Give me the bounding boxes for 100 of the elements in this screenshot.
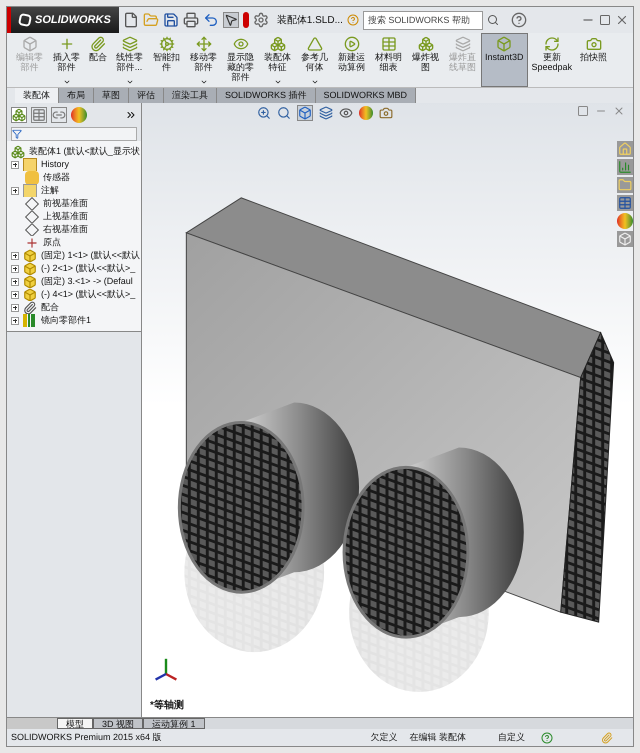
printer-icon[interactable] bbox=[182, 12, 199, 28]
ribbon-tab[interactable]: SOLIDWORKS 插件 bbox=[217, 88, 316, 103]
layers-icon bbox=[122, 36, 138, 52]
close-icon[interactable] bbox=[615, 13, 629, 27]
view-orientation-icon[interactable] bbox=[297, 105, 313, 121]
help-icon[interactable] bbox=[346, 14, 359, 26]
tree-item[interactable]: 注解 bbox=[41, 184, 59, 197]
search-icon[interactable] bbox=[486, 14, 499, 26]
tree-item[interactable]: 前视基准面 bbox=[43, 197, 88, 210]
appearance-icon[interactable] bbox=[617, 213, 633, 229]
save-icon[interactable] bbox=[162, 12, 179, 28]
expand-toggle[interactable] bbox=[11, 186, 19, 194]
zoom-icon[interactable] bbox=[257, 106, 271, 120]
status-text: 欠定义 bbox=[370, 730, 398, 744]
tree-item[interactable]: 镜向零部件1 bbox=[41, 314, 92, 327]
feature-tree-tab-icon[interactable] bbox=[11, 107, 27, 123]
ribbon-tab[interactable]: SOLIDWORKS MBD bbox=[316, 88, 416, 103]
ribbon-tab[interactable]: 评估 bbox=[129, 88, 164, 103]
maximize-icon[interactable] bbox=[599, 14, 611, 26]
tree-item[interactable]: 配合 bbox=[41, 301, 59, 314]
play-icon bbox=[344, 36, 360, 52]
ribbon-button[interactable]: 参考几何体 bbox=[296, 33, 333, 87]
visibility-icon[interactable] bbox=[339, 106, 353, 120]
ribbon-button[interactable]: 新建运动算例 bbox=[333, 33, 370, 87]
tree-item[interactable]: 原点 bbox=[43, 236, 61, 249]
scene-icon[interactable] bbox=[379, 106, 393, 120]
config-tab-icon[interactable] bbox=[51, 107, 67, 123]
close-icon[interactable] bbox=[613, 105, 625, 117]
eye-icon bbox=[232, 36, 248, 52]
ribbon-button[interactable]: Instant3D bbox=[481, 33, 528, 87]
expand-panel-icon[interactable] bbox=[125, 109, 137, 121]
plane-icon bbox=[24, 210, 40, 223]
expand-toggle[interactable] bbox=[11, 252, 19, 260]
tree-item[interactable]: History bbox=[41, 158, 70, 171]
ribbon-button[interactable]: 线性零部件... bbox=[111, 33, 148, 87]
ribbon-button[interactable]: 材料明细表 bbox=[370, 33, 407, 87]
model-tab[interactable]: 运动算例 1 bbox=[143, 718, 205, 729]
traffic-light-icon[interactable] bbox=[242, 12, 249, 28]
plane-icon bbox=[24, 223, 40, 236]
tree-item[interactable]: 上视基准面 bbox=[43, 210, 88, 223]
model-tab[interactable]: 3D 视图 bbox=[93, 718, 144, 729]
caret-icon bbox=[200, 78, 208, 86]
units-text[interactable]: 自定义 bbox=[498, 730, 525, 744]
pointer-icon[interactable] bbox=[222, 12, 239, 28]
ribbon-tab[interactable]: 渲染工具 bbox=[164, 88, 217, 103]
help-icon[interactable] bbox=[541, 732, 553, 744]
triangle-icon bbox=[306, 36, 322, 52]
ribbon-button[interactable]: 爆炸视图 bbox=[407, 33, 444, 87]
tree-item[interactable]: (-) 2<1> (默认<<默认>_ bbox=[41, 262, 136, 275]
part-icon bbox=[23, 288, 37, 301]
help-icon[interactable] bbox=[510, 12, 527, 28]
ribbon-button[interactable]: 智能扣件 bbox=[148, 33, 185, 87]
model-tab[interactable]: 模型 bbox=[57, 718, 93, 729]
settings-icon[interactable] bbox=[252, 12, 269, 28]
caret-icon bbox=[62, 78, 70, 86]
tree-item[interactable]: 右视基准面 bbox=[43, 223, 88, 236]
appearance-icon[interactable] bbox=[359, 106, 373, 120]
ribbon-button[interactable]: 更新 Speedpak bbox=[528, 33, 576, 87]
undo-icon[interactable] bbox=[202, 12, 219, 28]
part-icon bbox=[23, 262, 37, 275]
property-tab-icon[interactable] bbox=[31, 107, 47, 123]
new-file-icon[interactable] bbox=[122, 12, 139, 28]
ribbon-button[interactable]: 显示隐藏的零部件 bbox=[222, 33, 259, 87]
document-title: 装配体1.SLD... bbox=[276, 14, 343, 28]
graphics-area[interactable]: *等轴测 bbox=[142, 103, 633, 717]
cube-icon bbox=[496, 36, 512, 52]
ribbon-button[interactable]: 配合 bbox=[85, 33, 111, 87]
expand-toggle[interactable] bbox=[11, 160, 19, 168]
gear-icon bbox=[158, 36, 174, 52]
display-style-icon[interactable] bbox=[319, 106, 333, 120]
caret-icon bbox=[310, 78, 318, 86]
expand-toggle[interactable] bbox=[11, 316, 19, 324]
ribbon-tab[interactable]: 装配体 bbox=[15, 88, 59, 103]
cube-icon bbox=[22, 36, 38, 52]
tree-item[interactable]: 传感器 bbox=[43, 171, 70, 184]
view-palette-icon[interactable] bbox=[617, 195, 633, 211]
tree-item[interactable]: (-) 4<1> (默认<<默认>_ bbox=[41, 288, 136, 301]
ribbon-tab[interactable]: 布局 bbox=[59, 88, 94, 103]
zoom-area-icon[interactable] bbox=[277, 106, 291, 120]
plus-icon bbox=[58, 36, 74, 52]
app-logo[interactable]: SOLIDWORKS bbox=[7, 7, 119, 33]
search-field[interactable]: 搜索 SOLIDWORKS 帮助 bbox=[362, 10, 483, 30]
tree-item[interactable]: 装配体1 (默认<默认_显示状 bbox=[29, 144, 140, 158]
ribbon-button[interactable]: 拍快照 bbox=[576, 33, 612, 87]
appearance-tab-icon[interactable] bbox=[71, 107, 87, 123]
split-view-icon[interactable] bbox=[577, 105, 589, 117]
ribbon-button[interactable]: 移动零部件 bbox=[185, 33, 222, 87]
box-icon[interactable] bbox=[617, 231, 633, 247]
expand-toggle[interactable] bbox=[11, 278, 19, 286]
ribbon-tab[interactable]: 草图 bbox=[94, 88, 129, 103]
camera-icon bbox=[586, 36, 602, 52]
refresh-icon bbox=[544, 36, 560, 52]
part-icon bbox=[23, 275, 37, 288]
ribbon-button[interactable]: 装配体特征 bbox=[259, 33, 296, 87]
ribbon-button[interactable]: 插入零部件 bbox=[48, 33, 85, 87]
tree-item[interactable]: (固定) 1<1> (默认<<默认 bbox=[41, 249, 140, 262]
expand-toggle[interactable] bbox=[11, 290, 19, 298]
expand-toggle[interactable] bbox=[11, 264, 19, 272]
tree-item[interactable]: (固定) 3.<1> -> (Defaul bbox=[41, 275, 133, 288]
expand-toggle[interactable] bbox=[11, 304, 19, 312]
